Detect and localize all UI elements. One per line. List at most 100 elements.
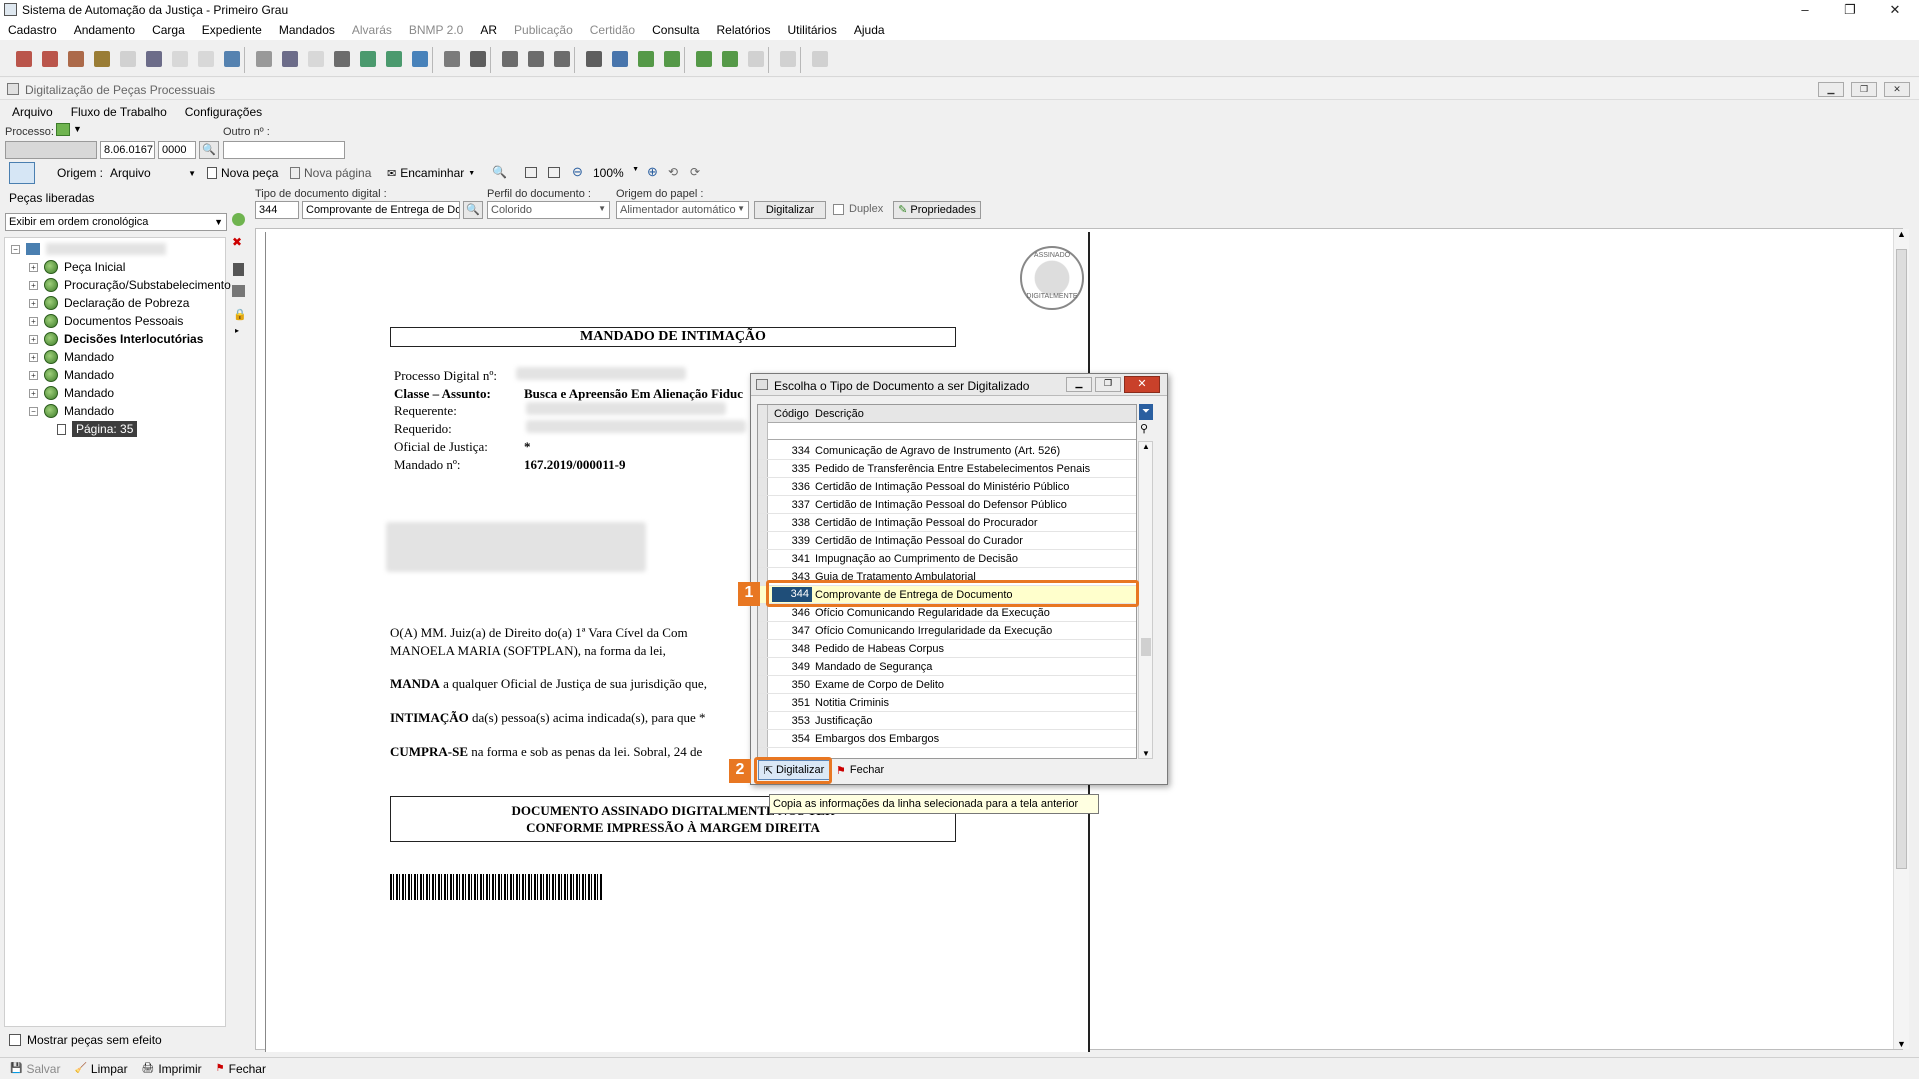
dialog-minimize-button[interactable]: ▁	[1066, 377, 1092, 392]
toolbar-tool-icon[interactable]	[308, 51, 324, 67]
toolbar-tool-icon[interactable]	[528, 51, 544, 67]
rotate-right-icon[interactable]: ⟳	[690, 165, 700, 179]
tree-item[interactable]: + Decisões Interlocutórias	[29, 330, 203, 348]
copy-icon[interactable]	[232, 285, 245, 297]
processo-field-2[interactable]: 8.06.0167	[100, 141, 155, 159]
duplex-checkbox[interactable]: Duplex	[833, 203, 883, 215]
table-row[interactable]: 350 Exame de Corpo de Delito	[758, 676, 1136, 694]
tipo-code-input[interactable]: 344	[255, 201, 299, 219]
child-close-button[interactable]: ✕	[1884, 82, 1910, 97]
expand-icon[interactable]: +	[29, 388, 38, 398]
expand-icon[interactable]: +	[29, 352, 38, 362]
toolbar-tool-icon[interactable]	[412, 51, 428, 67]
tree-item[interactable]: + Mandado	[29, 384, 114, 402]
origem-papel-select[interactable]: Alimentador automático ▼	[616, 201, 749, 219]
toolbar-tool-icon[interactable]	[198, 51, 214, 67]
scroll-up-icon[interactable]: ▲	[1142, 442, 1150, 451]
table-row[interactable]: 349 Mandado de Segurança	[758, 658, 1136, 676]
document-icon[interactable]	[233, 263, 244, 276]
tree-item[interactable]: + Procuração/Substabelecimento	[29, 276, 231, 294]
fit-width-icon[interactable]	[548, 167, 560, 178]
scroll-down-icon[interactable]: ▼	[1897, 1039, 1906, 1049]
toolbar-tool-icon[interactable]	[360, 51, 376, 67]
expand-arrow-icon[interactable]: ▸	[235, 326, 239, 335]
tree-item[interactable]: + Documentos Pessoais	[29, 312, 183, 330]
toolbar-tool-icon[interactable]	[586, 51, 602, 67]
toolbar-tool-icon[interactable]	[812, 51, 828, 67]
child-minimize-button[interactable]: ▁	[1818, 82, 1844, 97]
table-row[interactable]: 336 Certidão de Intimação Pessoal do Mini…	[758, 478, 1136, 496]
menu-alvar-s[interactable]: Alvarás	[352, 23, 392, 37]
tree-item[interactable]: + Declaração de Pobreza	[29, 294, 189, 312]
dialog-restore-button[interactable]: ❐	[1095, 377, 1121, 392]
pecas-tree[interactable]: − + Peça Inicial + Procuração/Substabelecime…	[4, 237, 231, 1027]
toolbar-tool-icon[interactable]	[444, 51, 460, 67]
tree-root[interactable]: −	[11, 240, 166, 258]
scan-mode-button[interactable]	[9, 162, 35, 184]
dialog-fechar-button[interactable]: ⚑ Fechar	[836, 760, 896, 780]
salvar-button[interactable]: 💾 Salvar	[10, 1062, 60, 1076]
submenu-1[interactable]: Fluxo de Trabalho	[71, 105, 167, 119]
pin-icon[interactable]: ⚲	[1140, 422, 1148, 435]
expand-icon[interactable]: +	[29, 370, 38, 380]
toolbar-tool-icon[interactable]	[502, 51, 518, 67]
zoom-out-icon[interactable]: ⊖	[572, 164, 583, 180]
menu-ajuda[interactable]: Ajuda	[854, 23, 885, 37]
child-restore-button[interactable]: ❐	[1851, 82, 1877, 97]
menu-expediente[interactable]: Expediente	[202, 23, 262, 37]
chevron-down-icon[interactable]: ▼	[73, 124, 82, 134]
limpar-button[interactable]: 🧹 Limpar	[74, 1062, 127, 1076]
toolbar-tool-icon[interactable]	[780, 51, 796, 67]
tree-item[interactable]: + Peça Inicial	[29, 258, 125, 276]
menu-consulta[interactable]: Consulta	[652, 23, 699, 37]
toolbar-tool-icon[interactable]	[696, 51, 712, 67]
table-row[interactable]: 347 Ofício Comunicando Irregularidade da …	[758, 622, 1136, 640]
fit-page-icon[interactable]	[525, 167, 537, 178]
toolbar-tool-icon[interactable]	[94, 51, 110, 67]
processo-field-3[interactable]: 0000	[158, 141, 196, 159]
fechar-button[interactable]: ⚑ Fechar	[216, 1062, 266, 1076]
toolbar-tool-icon[interactable]	[282, 51, 298, 67]
toolbar-tool-icon[interactable]	[722, 51, 738, 67]
table-row[interactable]: 341 Impugnação ao Cumprimento de Decisão	[758, 550, 1136, 568]
expand-icon[interactable]: +	[29, 280, 38, 290]
digitalizar-button[interactable]: Digitalizar	[754, 201, 826, 219]
table-row[interactable]: 338 Certidão de Intimação Pessoal do Proc…	[758, 514, 1136, 532]
filter-icon[interactable]: ⏷	[1139, 404, 1153, 420]
submenu-0[interactable]: Arquivo	[12, 105, 53, 119]
toolbar-tool-icon[interactable]	[224, 51, 240, 67]
toolbar-tool-icon[interactable]	[256, 51, 272, 67]
rotate-left-icon[interactable]: ⟲	[668, 165, 678, 179]
tree-item[interactable]: + Mandado	[29, 348, 114, 366]
menu-relat-rios[interactable]: Relatórios	[716, 23, 770, 37]
tree-item[interactable]: − Mandado	[29, 402, 114, 420]
table-row[interactable]: 337 Certidão de Intimação Pessoal do Defe…	[758, 496, 1136, 514]
toolbar-tool-icon[interactable]	[146, 51, 162, 67]
expand-icon[interactable]: +	[29, 334, 38, 344]
toolbar-tool-icon[interactable]	[612, 51, 628, 67]
perfil-select[interactable]: Colorido ▼	[487, 201, 610, 219]
outro-numero-input[interactable]	[223, 141, 345, 159]
menu-certid-o[interactable]: Certidão	[590, 23, 635, 37]
origem-select[interactable]: Arquivo ▼	[110, 164, 196, 182]
table-row[interactable]: 354 Embargos dos Embargos	[758, 730, 1136, 748]
toolbar-tool-icon[interactable]	[554, 51, 570, 67]
toolbar-tool-icon[interactable]	[664, 51, 680, 67]
table-row[interactable]: 353 Justificação	[758, 712, 1136, 730]
toolbar-tool-icon[interactable]	[172, 51, 188, 67]
menu-cadastro[interactable]: Cadastro	[8, 23, 57, 37]
lock-icon[interactable]: 🔒	[233, 308, 247, 321]
table-row[interactable]: 334 Comunicação de Agravo de Instrumento …	[758, 442, 1136, 460]
imprimir-button[interactable]: 🖨 Imprimir	[142, 1062, 202, 1076]
encaminhar-button[interactable]: ✉ Encaminhar ▼	[387, 166, 475, 180]
grid-scrollbar[interactable]: ▲ ▼	[1138, 441, 1153, 759]
col-desc-header[interactable]: Descrição	[815, 408, 864, 420]
refresh-icon[interactable]	[232, 213, 245, 226]
search-process-button[interactable]: 🔍	[199, 141, 219, 159]
table-row[interactable]: 348 Pedido de Habeas Corpus	[758, 640, 1136, 658]
propriedades-button[interactable]: ✎ Propriedades	[893, 201, 981, 219]
submenu-2[interactable]: Configurações	[185, 105, 262, 119]
menu-andamento[interactable]: Andamento	[74, 23, 135, 37]
toolbar-tool-icon[interactable]	[638, 51, 654, 67]
grid-filter-row[interactable]	[758, 423, 1136, 440]
